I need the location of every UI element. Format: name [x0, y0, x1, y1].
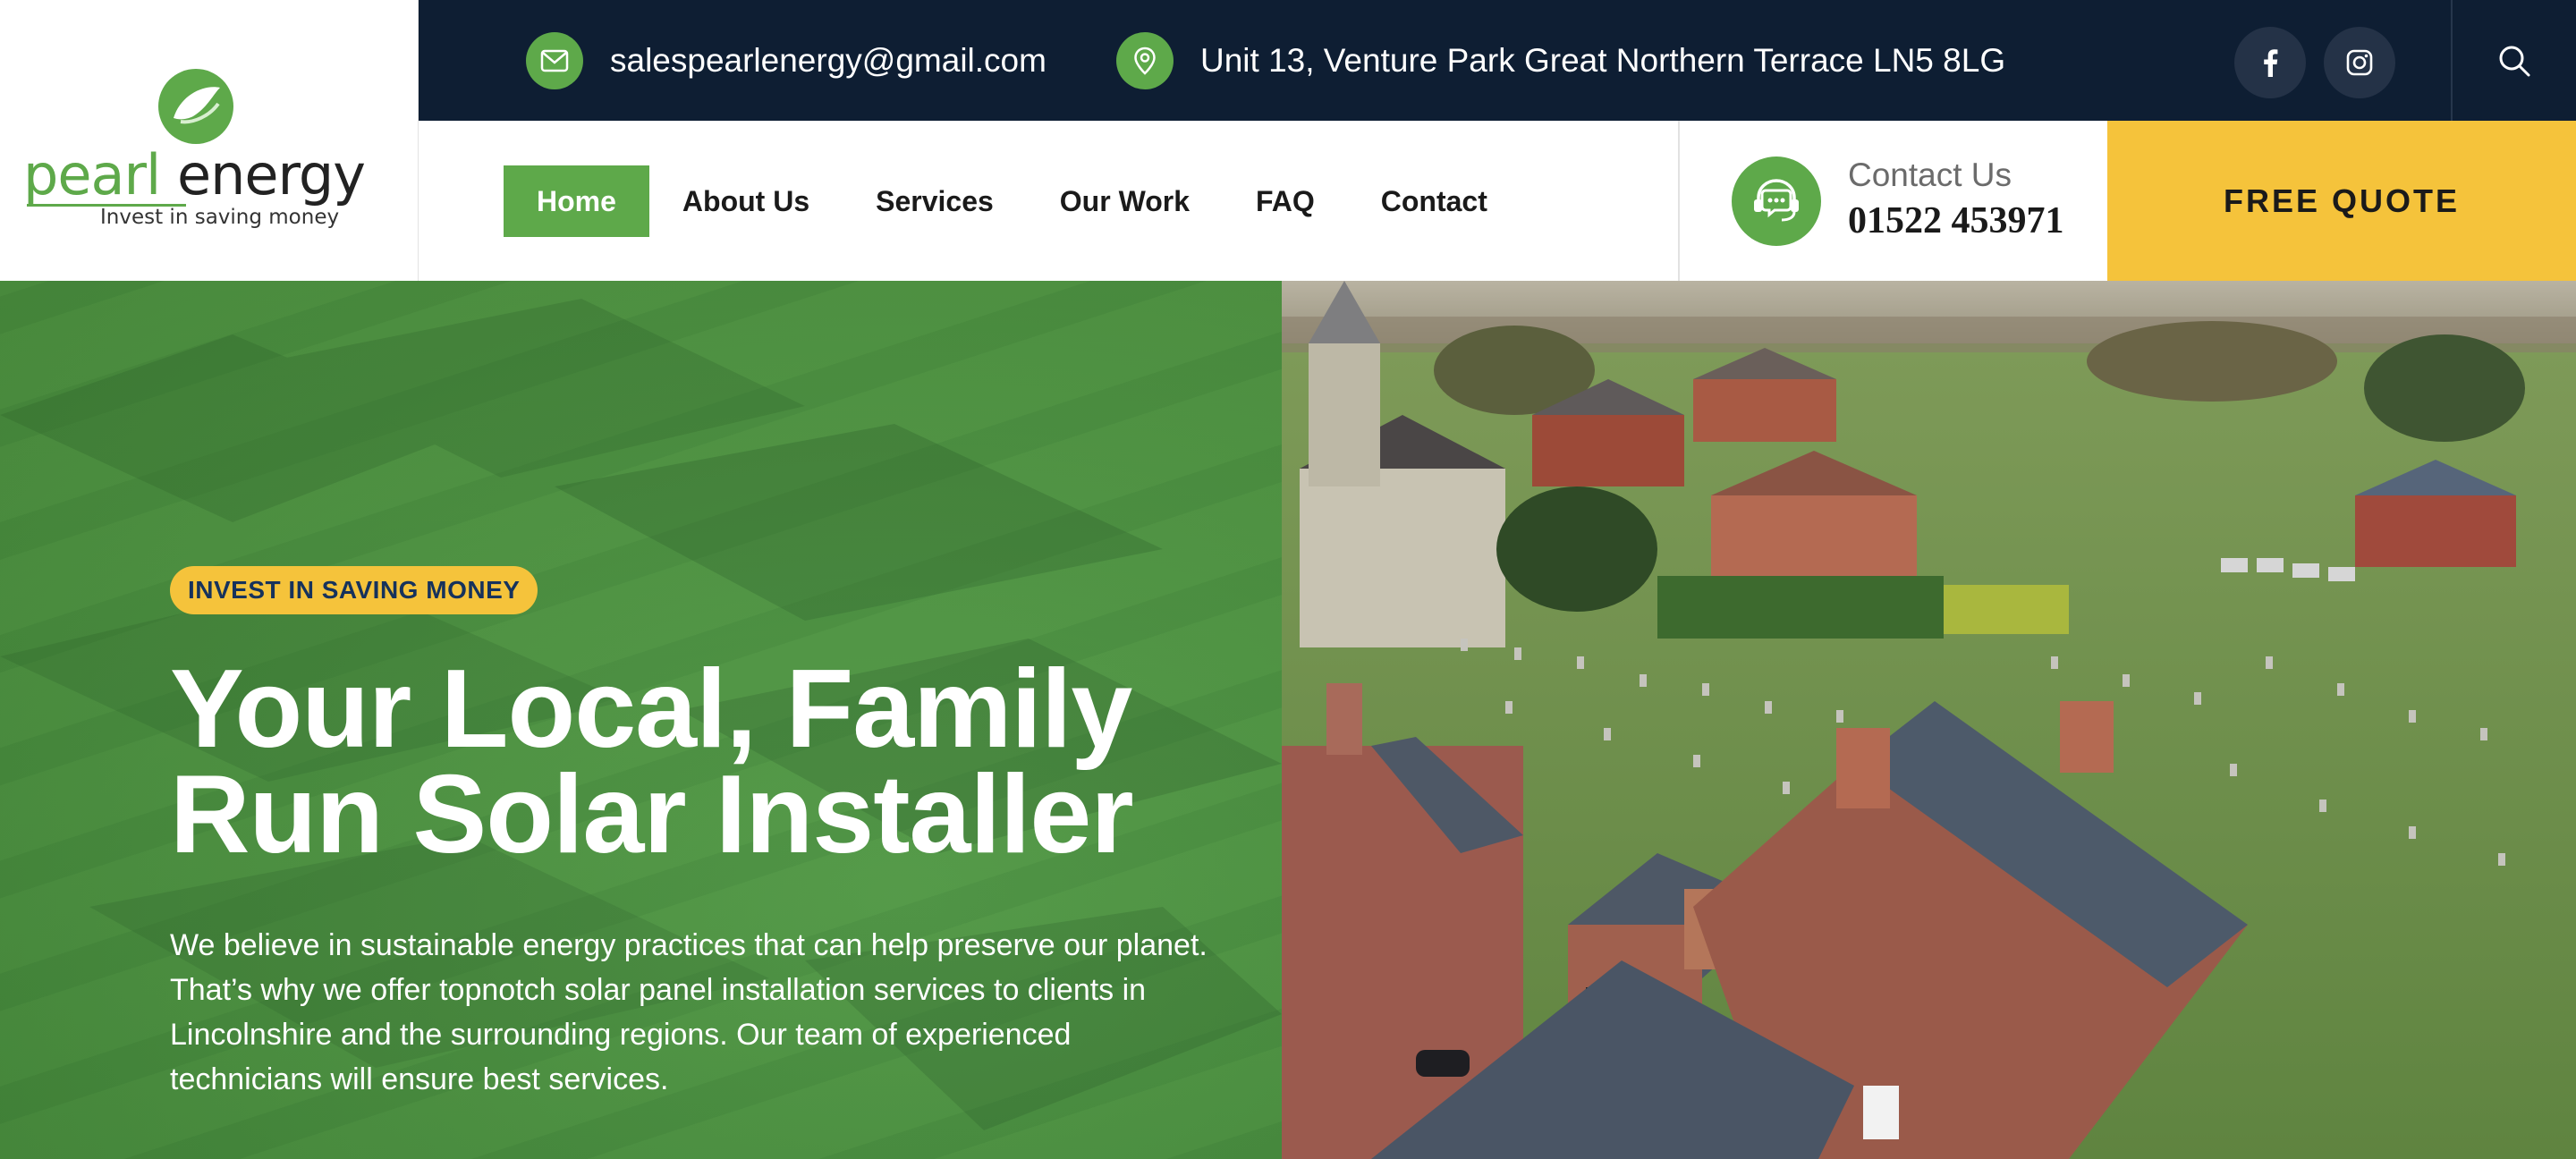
logo-wordmark: pearl energy: [23, 143, 399, 207]
email-text: salespearlenergy@gmail.com: [610, 42, 1046, 79]
address-link[interactable]: Unit 13, Venture Park Great Northern Ter…: [1116, 31, 2005, 90]
search-icon: [2499, 46, 2530, 76]
instagram-icon: [2346, 49, 2373, 76]
logo-word-energy: energy: [176, 142, 366, 207]
contact-phone-number[interactable]: 01522 453971: [1848, 199, 2064, 242]
hero-text-panel: INVEST IN SAVING MONEY Your Local, Famil…: [0, 281, 1282, 1159]
instagram-link[interactable]: [2324, 27, 2395, 98]
contact-label: Contact Us: [1848, 157, 2012, 193]
hero-aerial-photo: [1282, 281, 2576, 1159]
address-text: Unit 13, Venture Park Great Northern Ter…: [1200, 42, 2006, 79]
logo-word-pearl: pearl: [23, 142, 161, 207]
envelope-icon: [540, 49, 569, 72]
nav-item-our-work[interactable]: Our Work: [1027, 165, 1223, 237]
top-info-bar: salespearlenergy@gmail.com Unit 13, Vent…: [419, 0, 2576, 121]
aerial-village-image: [1282, 281, 2576, 1159]
email-icon-circle: [526, 32, 583, 89]
support-icon-circle: [1732, 157, 1821, 246]
main-nav: Home About Us Services Our Work FAQ Cont…: [504, 165, 1521, 237]
hero-description: We believe in sustainable energy practic…: [170, 928, 1208, 1096]
facebook-link[interactable]: [2234, 27, 2306, 98]
pearl-logo-icon: [158, 69, 233, 144]
free-quote-button[interactable]: FREE QUOTE: [2107, 121, 2576, 281]
nav-item-contact[interactable]: Contact: [1348, 165, 1521, 237]
nav-item-services[interactable]: Services: [843, 165, 1027, 237]
headset-chat-icon: [1754, 179, 1799, 222]
location-icon-circle: [1116, 32, 1174, 89]
search-button[interactable]: [2451, 0, 2576, 121]
hero-title: Your Local, Family Run Solar Installer: [170, 654, 1243, 870]
contact-phone-box[interactable]: Contact Us 01522 453971: [1678, 121, 2107, 281]
hero-title-line-2: Run Solar Installer: [170, 753, 1134, 876]
map-pin-icon: [1134, 47, 1156, 75]
nav-item-home[interactable]: Home: [504, 165, 649, 237]
facebook-icon: [2264, 49, 2278, 77]
nav-item-about-us[interactable]: About Us: [649, 165, 843, 237]
nav-item-faq[interactable]: FAQ: [1223, 165, 1348, 237]
email-link[interactable]: salespearlenergy@gmail.com: [526, 31, 1046, 90]
hero-badge: INVEST IN SAVING MONEY: [170, 566, 538, 614]
site-logo[interactable]: pearl energy Invest in saving money: [0, 0, 419, 281]
main-navigation-bar: Home About Us Services Our Work FAQ Cont…: [419, 121, 1678, 281]
logo-tagline: Invest in saving money: [100, 206, 340, 229]
